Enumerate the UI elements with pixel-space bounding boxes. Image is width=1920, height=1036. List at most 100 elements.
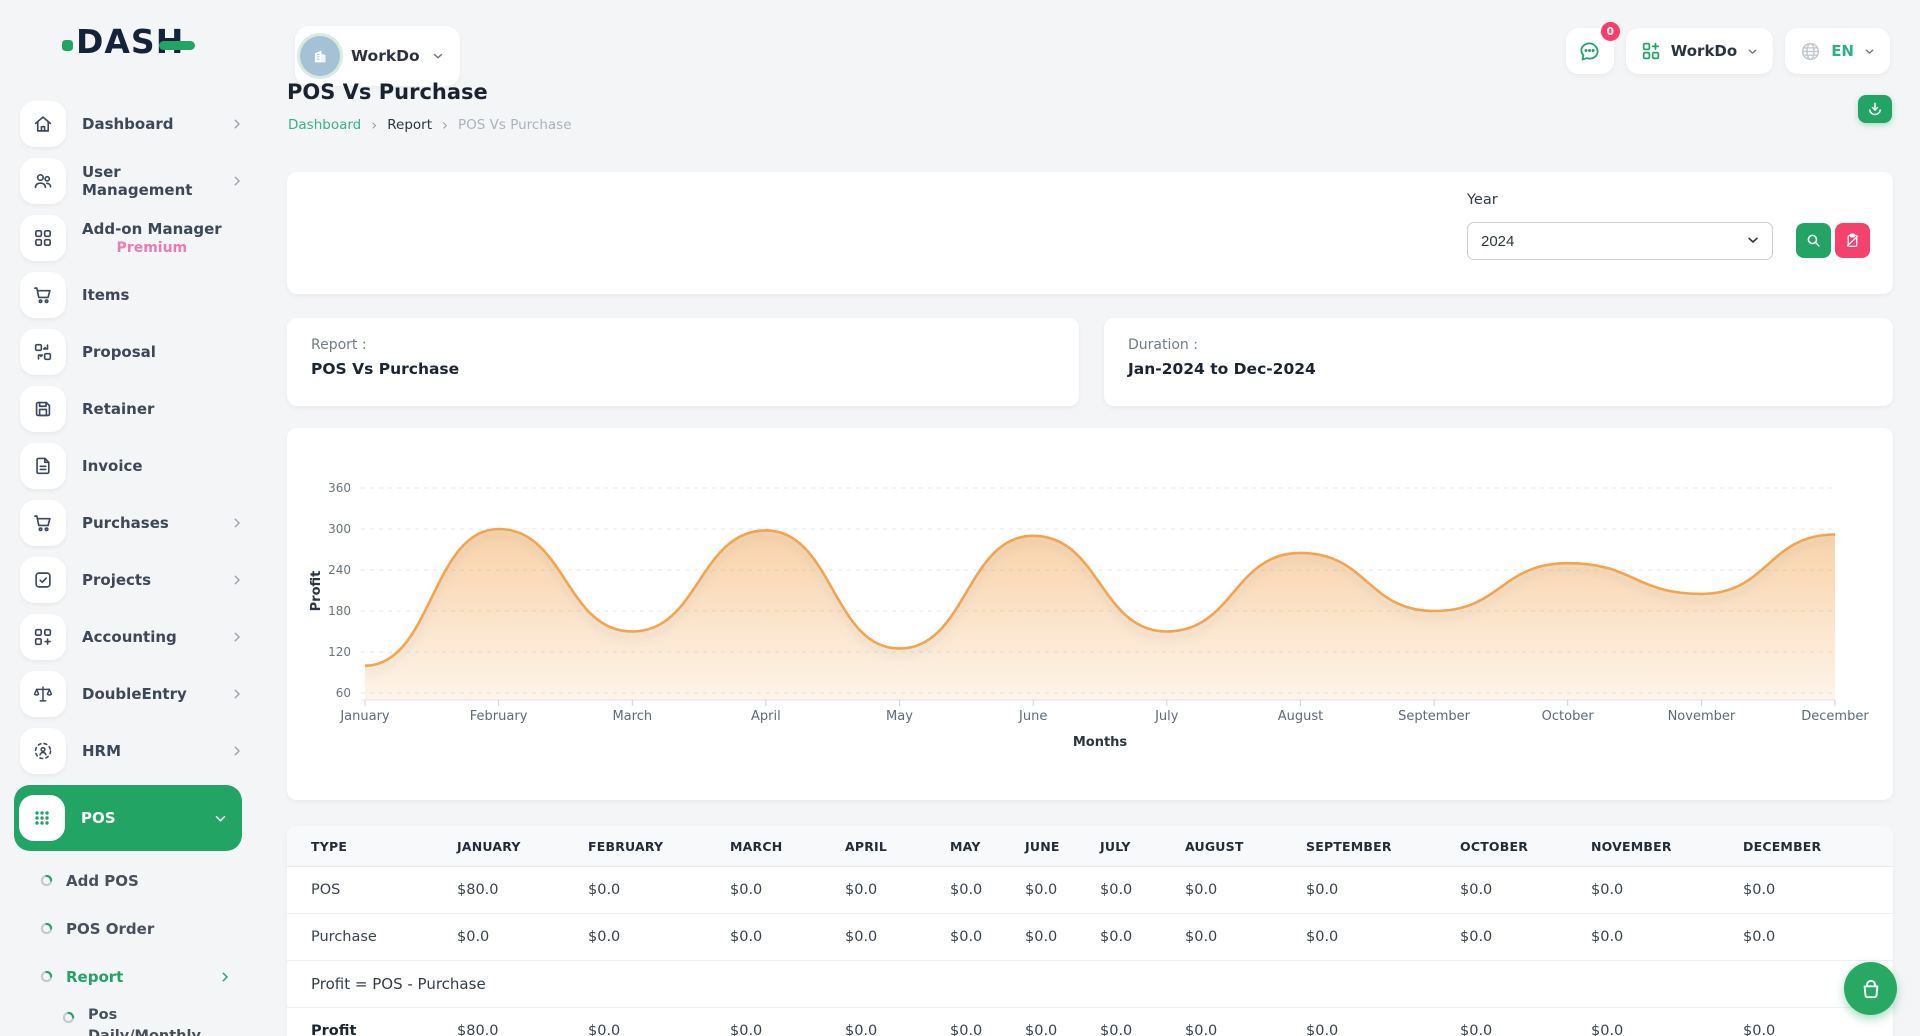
workspace-label: WorkDo bbox=[351, 47, 420, 65]
logo-accent-dot bbox=[62, 40, 73, 51]
language-label: EN bbox=[1831, 42, 1854, 60]
sidebar-item-items[interactable]: Items bbox=[0, 272, 260, 318]
sidebar-item-invoice[interactable]: Invoice bbox=[0, 443, 260, 489]
value-cell: $0.0 bbox=[1719, 914, 1893, 961]
year-select[interactable]: 2024 bbox=[1467, 222, 1773, 260]
proposal-icon bbox=[20, 329, 66, 375]
sidebar-item-pos[interactable]: POS bbox=[14, 785, 242, 851]
building-icon bbox=[309, 45, 331, 67]
filter-card: Year 2024 bbox=[287, 172, 1893, 294]
brand-logo[interactable]: DASH bbox=[62, 22, 195, 61]
duration-summary-card: Duration : Jan-2024 to Dec-2024 bbox=[1104, 318, 1893, 406]
sidebar-item-accounting[interactable]: Accounting bbox=[0, 614, 260, 660]
apps-grid-icon bbox=[1640, 40, 1662, 62]
sidebar-item-purchases[interactable]: Purchases bbox=[0, 500, 260, 546]
year-select-wrap: 2024 bbox=[1467, 222, 1773, 260]
sidebar-item-label: HRM bbox=[82, 742, 121, 760]
sidebar-item-label: User Management bbox=[82, 163, 214, 199]
sidebar-item-label: Invoice bbox=[82, 457, 143, 475]
clipboard-slash-icon bbox=[1844, 232, 1861, 249]
type-cell: POS bbox=[287, 867, 433, 914]
sidebar-subitem-label: Add POS bbox=[66, 872, 139, 890]
column-header: FEBRUARY bbox=[564, 826, 706, 867]
table-row-profit: Profit$80.0$0.0$0.0$0.0$0.0$0.0$0.0$0.0$… bbox=[287, 1008, 1893, 1036]
chevron-right-icon bbox=[230, 630, 244, 644]
column-header: OCTOBER bbox=[1436, 826, 1567, 867]
value-cell: $0.0 bbox=[926, 867, 1001, 914]
table-header-row: TYPEJANUARYFEBRUARYMARCHAPRILMAYJUNEJULY… bbox=[287, 826, 1893, 867]
apps-menu-button[interactable]: WorkDo bbox=[1626, 28, 1773, 74]
duration-value: Jan-2024 to Dec-2024 bbox=[1128, 360, 1869, 378]
svg-text:December: December bbox=[1801, 709, 1869, 724]
sidebar-subitem-report[interactable]: Report bbox=[0, 957, 260, 997]
sidebar-item-label: Items bbox=[82, 286, 129, 304]
chevron-down-icon bbox=[431, 49, 445, 63]
hrm-icon bbox=[20, 728, 66, 774]
retainer-icon bbox=[20, 386, 66, 432]
home-icon bbox=[20, 101, 66, 147]
sidebar-item-projects[interactable]: Projects bbox=[0, 557, 260, 603]
sidebar-item-dashboard[interactable]: Dashboard bbox=[0, 101, 260, 147]
value-cell: $0.0 bbox=[926, 1008, 1001, 1036]
svg-text:60: 60 bbox=[336, 686, 351, 700]
value-cell: $0.0 bbox=[1076, 1008, 1161, 1036]
breadcrumb: Dashboard › Report › POS Vs Purchase bbox=[288, 117, 572, 133]
sidebar-item-label: Projects bbox=[82, 571, 151, 589]
download-icon bbox=[1866, 100, 1884, 118]
chevron-right-icon bbox=[230, 117, 244, 131]
sidebar-item-proposal[interactable]: Proposal bbox=[0, 329, 260, 375]
reset-filter-button[interactable] bbox=[1835, 223, 1870, 258]
sidebar-item-retainer[interactable]: Retainer bbox=[0, 386, 260, 432]
svg-text:May: May bbox=[886, 709, 913, 724]
sidebar-item-label: POS bbox=[81, 809, 116, 827]
bullet-ring-icon bbox=[62, 1009, 75, 1028]
sidebar-subitem-label: Pos Daily/Monthly Report bbox=[88, 1005, 218, 1036]
sidebar-subitem-pos-order[interactable]: POS Order bbox=[0, 909, 260, 949]
search-button[interactable] bbox=[1796, 223, 1831, 258]
value-cell: $80.0 bbox=[433, 867, 564, 914]
table-note-row: Profit = POS - Purchase bbox=[287, 961, 1893, 1008]
topbar-actions: 0 WorkDo EN bbox=[1566, 28, 1890, 74]
addon-icon bbox=[20, 215, 66, 261]
column-header: APRIL bbox=[821, 826, 926, 867]
workspace-switcher[interactable]: WorkDo bbox=[295, 26, 460, 86]
sidebar-subitem-add-pos[interactable]: Add POS bbox=[0, 861, 260, 901]
sidebar-item-doubleentry[interactable]: DoubleEntry bbox=[0, 671, 260, 717]
svg-text:June: June bbox=[1018, 709, 1047, 724]
svg-text:March: March bbox=[612, 709, 652, 724]
svg-text:July: July bbox=[1154, 709, 1179, 724]
value-cell: $0.0 bbox=[1076, 867, 1161, 914]
chevron-right-icon bbox=[230, 744, 244, 758]
type-cell: Profit bbox=[287, 1008, 433, 1036]
download-button[interactable] bbox=[1858, 95, 1892, 123]
shopping-bag-icon bbox=[1859, 977, 1883, 1001]
messages-button[interactable]: 0 bbox=[1566, 28, 1614, 74]
language-selector[interactable]: EN bbox=[1785, 28, 1890, 74]
breadcrumb-separator: › bbox=[371, 118, 377, 133]
projects-icon bbox=[20, 557, 66, 603]
invoice-icon bbox=[20, 443, 66, 489]
breadcrumb-dashboard-link[interactable]: Dashboard bbox=[288, 117, 361, 133]
sidebar-item-user-management[interactable]: User Management bbox=[0, 158, 260, 204]
sidebar-nav: DashboardUser ManagementAdd-on ManagerPr… bbox=[0, 101, 260, 1036]
bullet-ring-icon bbox=[40, 920, 53, 939]
sidebar: DASH Dashboard User Management Add-on Mana… bbox=[0, 0, 260, 1036]
year-label: Year bbox=[1467, 192, 1498, 208]
report-table: TYPEJANUARYFEBRUARYMARCHAPRILMAYJUNEJULY… bbox=[287, 826, 1893, 1036]
sidebar-item-label: Dashboard bbox=[82, 115, 173, 133]
value-cell: $0.0 bbox=[1282, 867, 1436, 914]
sidebar-item-hrm[interactable]: HRM bbox=[0, 728, 260, 774]
chat-bubble-icon bbox=[1577, 39, 1602, 64]
pos-cart-fab[interactable] bbox=[1844, 962, 1897, 1015]
sidebar-item-add-on-manager[interactable]: Add-on ManagerPremium bbox=[0, 215, 260, 261]
column-header: JULY bbox=[1076, 826, 1161, 867]
scales-icon bbox=[20, 671, 66, 717]
value-cell: $0.0 bbox=[564, 914, 706, 961]
chevron-right-icon bbox=[230, 687, 244, 701]
column-header: TYPE bbox=[287, 826, 433, 867]
svg-text:April: April bbox=[751, 709, 781, 724]
sidebar-subitem-pos-daily-monthly-report[interactable]: Pos Daily/Monthly Report bbox=[0, 1005, 260, 1036]
value-cell: $0.0 bbox=[564, 867, 706, 914]
accounting-icon bbox=[20, 614, 66, 660]
sidebar-item-label: Add-on Manager bbox=[82, 220, 222, 238]
